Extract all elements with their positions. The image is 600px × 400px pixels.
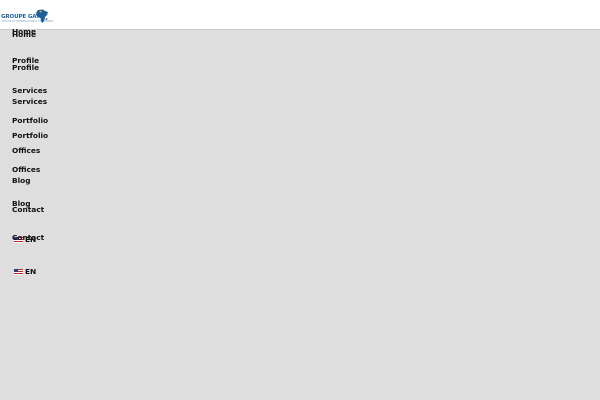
mobile-nav-item-home[interactable]: Home <box>12 30 36 40</box>
mobile-language-switcher[interactable]: EN <box>14 267 36 277</box>
nav-item-services[interactable]: Services <box>12 86 47 96</box>
mobile-nav-item-profile[interactable]: Profile <box>12 63 39 73</box>
mobile-nav-item-services[interactable]: Services <box>12 97 47 107</box>
mobile-nav-item-offices[interactable]: Offices <box>12 165 40 175</box>
mobile-language-label: EN <box>25 267 37 276</box>
nav-item-blog[interactable]: Blog <box>12 176 31 186</box>
africa-map-icon <box>36 9 48 23</box>
us-flag-icon <box>14 269 23 275</box>
nav-item-portfolio[interactable]: Portfolio <box>12 116 48 126</box>
mobile-nav-item-blog[interactable]: Blog <box>12 199 31 209</box>
top-header-bar: GROUPE GATO GROUP OF INTERNATIONAL COMPA… <box>0 0 600 30</box>
mobile-nav-item-portfolio[interactable]: Portfolio <box>12 131 48 141</box>
mobile-nav-item-contact[interactable]: Contact <box>12 233 44 243</box>
nav-item-offices[interactable]: Offices <box>12 146 40 156</box>
site-logo[interactable]: GROUPE GATO GROUP OF INTERNATIONAL COMPA… <box>1 9 53 25</box>
